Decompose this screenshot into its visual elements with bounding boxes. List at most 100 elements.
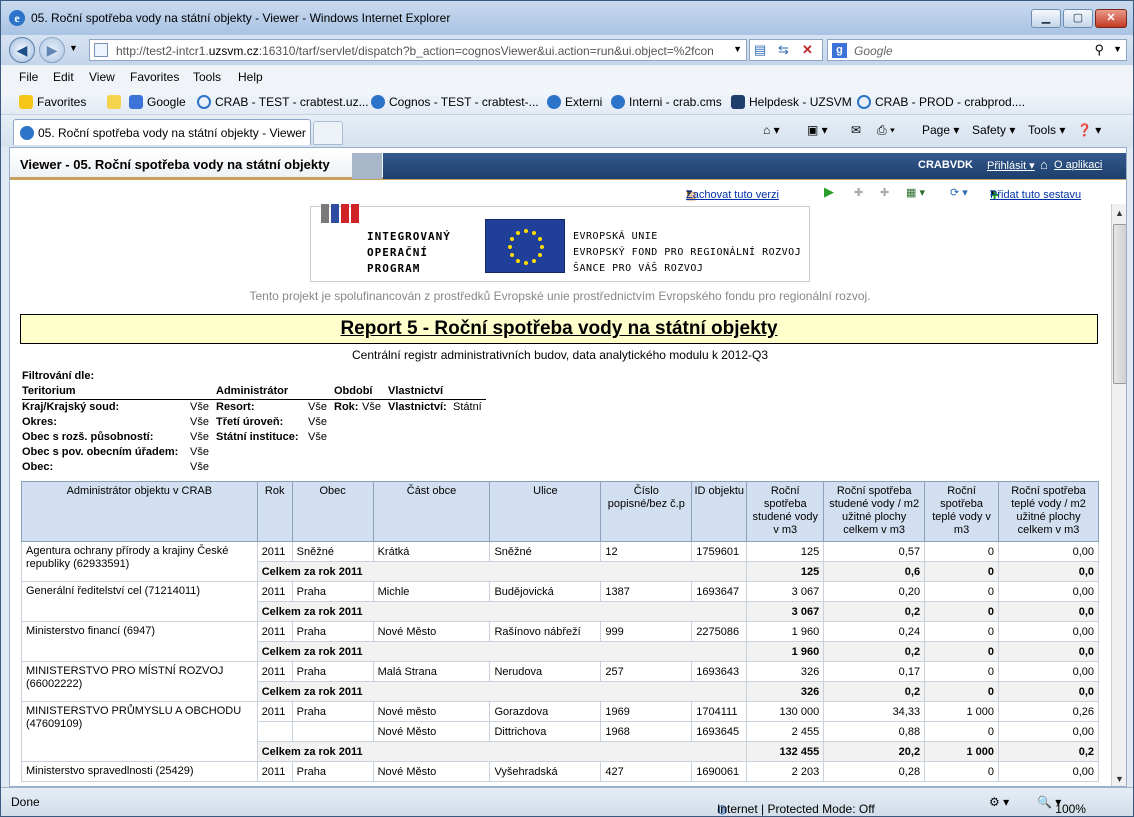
cell-administrator: Ministerstvo spravedlnosti (25429) — [21, 761, 258, 782]
add-favorite-icon[interactable] — [107, 95, 125, 109]
fav-helpdesk[interactable]: Helpdesk - UZSVM — [731, 95, 852, 109]
compat-view-icon[interactable]: ▤ — [754, 42, 766, 58]
total-tepla-voda: 0 — [924, 601, 1000, 622]
eu-line: ŠANCE PRO VÁŠ ROZVOJ — [573, 263, 704, 274]
cell-ulice: Budějovická — [489, 581, 602, 602]
address-input[interactable]: http://test2-intcr1.uzsvm.cz:16310/tarf/… — [89, 39, 747, 61]
menu-help[interactable]: Help — [238, 70, 263, 84]
add-report-menu[interactable]: ✚ Přidat tuto sestavu ▾ — [990, 186, 1081, 202]
filter-resort-label: Resort: — [216, 401, 255, 413]
page-menu-label: Page — [922, 123, 951, 137]
total-tepla-voda: 0 — [924, 561, 1000, 582]
about-link[interactable]: O aplikaci — [1054, 159, 1102, 171]
fav-crab-test[interactable]: CRAB - TEST - crabtest.uz... — [197, 95, 369, 109]
cell-obec — [291, 721, 374, 742]
login-menu[interactable]: Přihlásit ▾ — [987, 159, 1035, 172]
tab-viewer[interactable]: 05. Roční spotřeba vody na státní objekt… — [13, 119, 311, 145]
stop-icon[interactable]: ✕ — [802, 42, 813, 58]
mail-icon[interactable]: ✉ — [851, 123, 861, 137]
page-menu[interactable]: Page ▾ — [922, 123, 959, 137]
history-dropdown-icon[interactable]: ▼ — [69, 43, 78, 53]
search-box[interactable]: g Google ⚲ ▼ — [827, 39, 1127, 61]
table-row: MINISTERSTVO PRO MÍSTNÍ ROZVOJ (66002222… — [21, 661, 1099, 702]
fav-interni[interactable]: Interni - crab.cms — [611, 95, 722, 109]
cell-cislo-popisne: 427 — [600, 761, 693, 782]
col-header: Roční spotřeba teplé vody / m2 užitné pl… — [998, 481, 1099, 542]
export-icon[interactable]: ▦ ▾ — [906, 186, 925, 199]
total-tepla-voda-m2: 0,0 — [998, 681, 1099, 702]
minimize-button[interactable]: ▁ — [1031, 9, 1061, 28]
related-links-icon[interactable]: ⟳ ▾ — [950, 186, 968, 199]
total-label: Celkem za rok 2011 — [256, 641, 748, 662]
back-button[interactable]: ◀ — [9, 37, 35, 63]
col-header: Administrátor objektu v CRAB — [21, 481, 258, 542]
security-icon[interactable]: ⚙ ▾ — [989, 795, 1009, 809]
search-dropdown-icon[interactable]: ▼ — [1113, 44, 1122, 54]
favorites-button[interactable]: Favorites — [19, 95, 86, 109]
vertical-scrollbar[interactable]: ▲ ▼ — [1111, 204, 1126, 786]
filter-value: Vše — [308, 416, 327, 428]
window-title: 05. Roční spotřeba vody na státní objekt… — [31, 11, 451, 25]
search-icon[interactable]: ⚲ — [1094, 42, 1104, 58]
viewer-toolbar: ▤ Zachovat tuto verzi ▾ ▶ ✚ ✚ ▦ ▾ ⟳ ▾ ✚ … — [10, 183, 1126, 203]
total-label: Celkem za rok 2011 — [256, 601, 748, 622]
maximize-button[interactable]: ▢ — [1063, 9, 1093, 28]
menu-tools[interactable]: Tools — [193, 70, 221, 84]
cell-ulice: Rašínovo nábřeží — [489, 621, 602, 642]
cofinance-note: Tento projekt je spolufinancován z prost… — [249, 289, 871, 303]
cell-tepla-voda: 1 000 — [924, 701, 1000, 722]
run-icon[interactable]: ▶ — [824, 184, 834, 200]
cell-rok: 2011 — [256, 701, 293, 722]
drill-down-icon[interactable]: ✚ — [854, 186, 863, 199]
cell-studena-voda: 2 203 — [746, 761, 825, 782]
address-dropdown-icon[interactable]: ▼ — [733, 44, 742, 54]
eu-flag — [485, 219, 565, 273]
cell-studena-voda-m2: 0,28 — [823, 761, 926, 782]
zoom-control[interactable]: 🔍 100% ▾ — [1037, 795, 1086, 816]
safety-menu[interactable]: Safety ▾ — [972, 123, 1015, 137]
feeds-icon[interactable]: ▣ ▾ — [807, 123, 828, 137]
favorites-bar: Favorites Google CRAB - TEST - crabtest.… — [1, 89, 1133, 115]
cell-ulice: Sněžné — [489, 541, 602, 562]
refresh-icon[interactable]: ⇆ — [778, 42, 789, 58]
fav-externi[interactable]: Externi — [547, 95, 602, 109]
url-rest: :16310/tarf/servlet/dispatch?b_action=co… — [258, 44, 714, 58]
new-tab-button[interactable] — [313, 121, 343, 145]
scroll-up-arrow[interactable]: ▲ — [1115, 208, 1124, 218]
menu-edit[interactable]: Edit — [53, 70, 74, 84]
total-studena-voda-m2: 0,2 — [823, 641, 926, 662]
cell-obec: Praha — [291, 761, 374, 782]
close-button[interactable]: ✕ — [1095, 9, 1127, 28]
fav-cognos-test[interactable]: Cognos - TEST - crabtest-... — [371, 95, 539, 109]
cell-id-objektu: 1690061 — [691, 761, 748, 782]
keep-version-menu[interactable]: ▤ Zachovat tuto verzi ▾ — [686, 186, 779, 202]
scroll-thumb[interactable] — [1113, 224, 1126, 384]
fav-crab-prod[interactable]: CRAB - PROD - crabprod.... — [857, 95, 1025, 109]
menu-file[interactable]: File — [19, 70, 38, 84]
cell-tepla-voda-m2: 0,00 — [998, 541, 1099, 562]
tools-menu[interactable]: Tools ▾ — [1028, 123, 1065, 137]
cell-tepla-voda: 0 — [924, 581, 1000, 602]
filter-value: Státní — [453, 401, 482, 413]
filter-obec-rozs-label: Obec s rozš. působností: — [22, 431, 154, 443]
scroll-down-arrow[interactable]: ▼ — [1115, 774, 1124, 784]
home-icon[interactable]: ⌂ — [1040, 157, 1048, 172]
people-icon — [731, 95, 745, 109]
help-icon[interactable]: ❓ ▾ — [1077, 123, 1101, 137]
fav-google[interactable]: Google — [129, 95, 186, 109]
cell-cislo-popisne: 999 — [600, 621, 693, 642]
cell-cast-obce: Nové Město — [372, 761, 491, 782]
home-icon[interactable]: ⌂ ▾ — [763, 123, 780, 137]
drill-up-icon[interactable]: ✚ — [880, 186, 889, 199]
menu-view[interactable]: View — [89, 70, 115, 84]
cell-id-objektu: 1759601 — [691, 541, 748, 562]
total-studena-voda-m2: 20,2 — [823, 741, 926, 762]
print-icon[interactable]: ⎙ ▾ — [877, 123, 895, 138]
menu-favorites[interactable]: Favorites — [130, 70, 179, 84]
total-studena-voda: 1 960 — [746, 641, 825, 662]
address-actions: ▤ ⇆ ✕ — [749, 39, 823, 61]
table-header-row: Administrátor objektu v CRAB Rok Obec Čá… — [21, 481, 1099, 542]
forward-button[interactable]: ▶ — [39, 37, 65, 63]
report-table: Administrátor objektu v CRAB Rok Obec Čá… — [21, 481, 1099, 782]
total-tepla-voda-m2: 0,2 — [998, 741, 1099, 762]
